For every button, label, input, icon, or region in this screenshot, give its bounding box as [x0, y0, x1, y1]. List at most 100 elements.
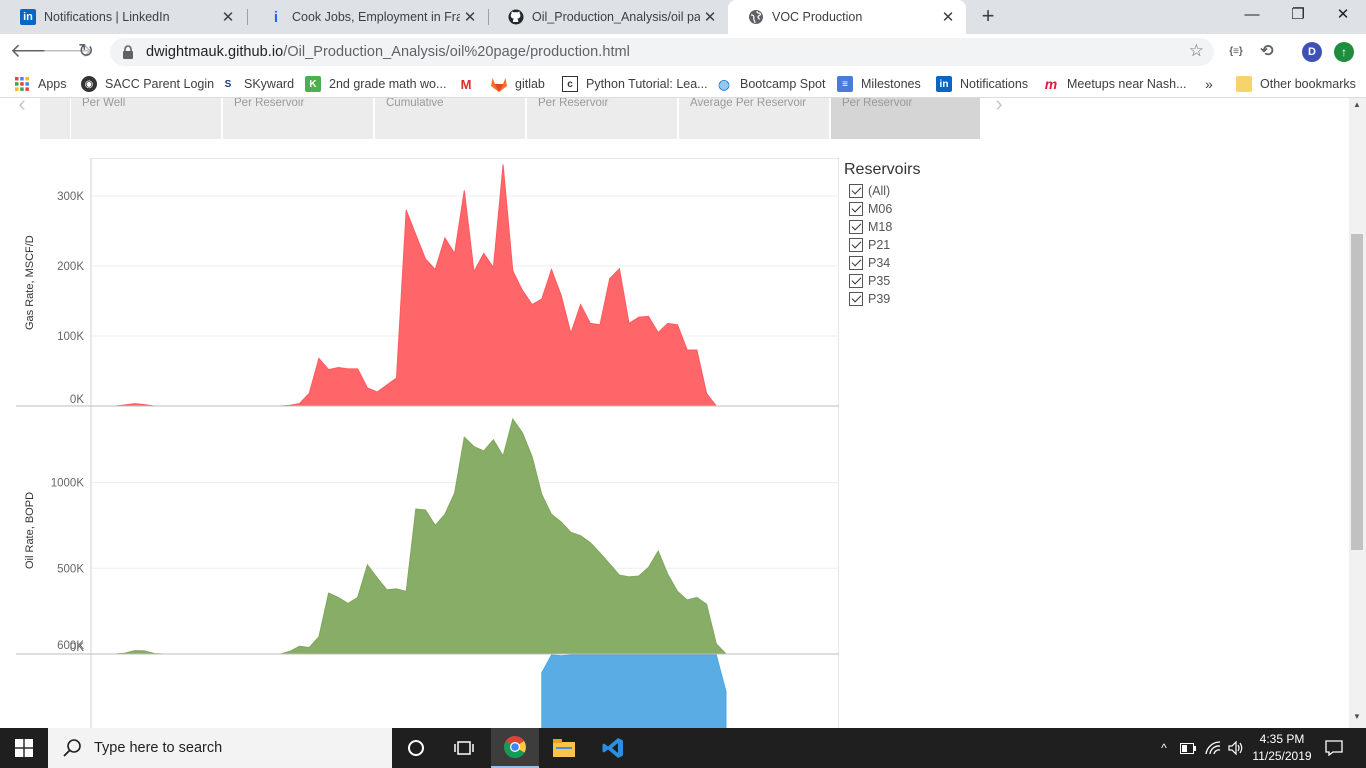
filter-option[interactable]: P21 — [844, 236, 1044, 254]
bookmark-label: SKyward — [244, 77, 295, 91]
y-tick-label: 1000K — [51, 478, 85, 490]
checkbox-checked[interactable] — [849, 220, 863, 234]
area-series-oil-rate — [96, 417, 728, 655]
close-window-button[interactable]: ✕ — [1320, 0, 1366, 34]
task-view-icon — [454, 741, 474, 755]
scroll-up-arrow[interactable]: ▲ — [1353, 100, 1361, 109]
sheet-tab[interactable]: Cumulative — [374, 98, 526, 139]
indeed-icon: i — [273, 8, 279, 26]
address-bar[interactable]: dwightmauk.github.io/Oil_Production_Anal… — [110, 38, 1214, 66]
bootcamp-icon: ◍ — [717, 75, 731, 92]
notifications-icon[interactable] — [1320, 728, 1348, 768]
checkbox-checked[interactable] — [849, 292, 863, 306]
bookmark-notifications[interactable]: in Notifications — [936, 75, 1028, 93]
chrome-taskbar-button[interactable] — [491, 728, 539, 768]
task-view-button[interactable] — [440, 728, 488, 768]
taskbar-search-box[interactable]: Type here to search — [48, 728, 392, 768]
filter-option-label: P21 — [868, 238, 891, 252]
oil-rate-axis-title: Oil Rate, BOPD — [24, 491, 36, 569]
bookmarks-overflow-button[interactable]: » — [1205, 75, 1213, 93]
tab-title: Cook Jobs, Employment in Frankl — [292, 10, 460, 24]
y-tick-label: 0K — [70, 394, 84, 406]
python-tutorial-icon: c — [562, 76, 578, 92]
sheet-tab[interactable]: Per Well — [70, 98, 222, 139]
bookmark-bootcamp-spot[interactable]: ◍ Bootcamp Spot — [716, 75, 826, 93]
tab-linkedin[interactable]: in Notifications | LinkedIn ✕ — [0, 0, 246, 34]
checkbox-checked[interactable] — [849, 184, 863, 198]
other-bookmarks[interactable]: Other bookmarks — [1236, 75, 1356, 93]
battery-icon[interactable] — [1178, 728, 1198, 768]
tray-overflow-icon[interactable]: ^ — [1155, 728, 1173, 768]
clock-date: 11/25/2019 — [1252, 749, 1312, 763]
browser-toolbar: 🡐 🡒 ↻ dwightmauk.github.io/Oil_Productio… — [0, 34, 1366, 70]
cortana-button[interactable] — [392, 728, 440, 768]
close-icon[interactable]: ✕ — [460, 8, 480, 26]
sheet-tab-partial[interactable] — [39, 98, 71, 139]
windows-taskbar: Type here to search ^ 4:35 PM 11/25/2019 — [0, 728, 1366, 768]
tab-indeed[interactable]: i Cook Jobs, Employment in Frankl ✕ — [248, 0, 488, 34]
close-icon[interactable]: ✕ — [218, 8, 238, 26]
checkbox-checked[interactable] — [849, 274, 863, 288]
filter-option[interactable]: P39 — [844, 290, 1044, 308]
gas-rate-axis-title: Gas Rate, MSCF/D — [24, 235, 36, 330]
filter-option[interactable]: P34 — [844, 254, 1044, 272]
tab-github[interactable]: Oil_Production_Analysis/oil page ✕ — [488, 0, 728, 34]
sheet-tab[interactable]: Per Reservoir — [222, 98, 374, 139]
update-icon[interactable]: ↑ — [1334, 42, 1354, 62]
checkbox-checked[interactable] — [849, 238, 863, 252]
y-tick-label: 500K — [57, 563, 84, 575]
bookmark-star-icon[interactable]: ☆ — [1189, 41, 1204, 61]
wifi-icon[interactable] — [1203, 728, 1223, 768]
new-tab-button[interactable]: + — [976, 5, 1000, 29]
sheet-tab-label: Cumulative — [386, 98, 444, 109]
close-icon[interactable]: ✕ — [938, 8, 958, 26]
file-explorer-button[interactable] — [540, 728, 588, 768]
bookmark-gitlab[interactable]: gitlab — [491, 75, 545, 93]
back-button[interactable]: 🡐 — [10, 40, 61, 64]
system-clock[interactable]: 4:35 PM 11/25/2019 — [1242, 731, 1322, 765]
bookmark-label: 2nd grade math wo... — [329, 77, 447, 91]
history-icon[interactable]: ⟲ — [1257, 42, 1277, 62]
sheet-tab[interactable]: Average Per Reservoir — [678, 98, 830, 139]
filter-option[interactable]: M18 — [844, 218, 1044, 236]
bookmark-meetups[interactable]: m Meetups near Nash... — [1043, 75, 1187, 93]
tab-title: Notifications | LinkedIn — [44, 10, 170, 24]
checkbox-checked[interactable] — [849, 256, 863, 270]
sheet-tab[interactable]: Per Reservoir — [526, 98, 678, 139]
close-icon[interactable]: ✕ — [700, 8, 720, 26]
forward-button[interactable]: 🡒 — [42, 40, 93, 64]
carousel-prev-arrow[interactable]: ‹ — [12, 98, 32, 118]
bookmark-gmail[interactable]: M — [458, 75, 482, 93]
browser-tab-strip: in Notifications | LinkedIn ✕ i Cook Job… — [0, 0, 1366, 34]
chrome-icon — [504, 736, 526, 758]
json-viewer-extension-icon[interactable]: {≡} — [1226, 42, 1246, 62]
bookmark-label: Notifications — [960, 77, 1029, 91]
restore-button[interactable]: ❐ — [1275, 0, 1321, 34]
filter-option[interactable]: (All) — [844, 182, 1044, 200]
bookmark-sacc[interactable]: ◉ SACC Parent Login — [81, 75, 214, 93]
tab-voc-production[interactable]: VOC Production ✕ — [728, 0, 966, 34]
sheet-tab-label: Per Reservoir — [538, 98, 609, 109]
production-dashboard: 0K 100K 200K 300K 0K 500K 1000K 600K Gas Rate, … — [16, 158, 839, 728]
scrollbar-thumb[interactable] — [1351, 234, 1363, 550]
profile-avatar[interactable]: D — [1302, 42, 1322, 62]
linkedin-icon: in — [20, 9, 36, 25]
scroll-down-arrow[interactable]: ▼ — [1353, 712, 1361, 721]
start-button[interactable] — [0, 728, 48, 768]
minimize-button[interactable]: — — [1229, 0, 1275, 34]
carousel-next-arrow[interactable]: › — [989, 98, 1009, 118]
bookmark-label: SACC Parent Login — [105, 77, 215, 91]
reload-button[interactable]: ↻ — [74, 40, 98, 64]
page-scrollbar[interactable]: ▲ ▼ — [1349, 98, 1366, 728]
bookmark-skyward[interactable]: S SKyward — [220, 75, 294, 93]
filter-option[interactable]: P35 — [844, 272, 1044, 290]
bookmark-math[interactable]: K 2nd grade math wo... — [305, 75, 446, 93]
checkbox-checked[interactable] — [849, 202, 863, 216]
sheet-tab-selected[interactable]: Per Reservoir — [830, 98, 981, 139]
url-host: dwightmauk.github.io — [146, 44, 284, 60]
bookmark-milestones[interactable]: ≡ Milestones — [837, 75, 921, 93]
vscode-button[interactable] — [589, 728, 637, 768]
filter-option[interactable]: M06 — [844, 200, 1044, 218]
bookmark-apps[interactable]: Apps — [14, 75, 67, 93]
bookmark-python-tutorial[interactable]: c Python Tutorial: Lea... — [562, 75, 708, 93]
